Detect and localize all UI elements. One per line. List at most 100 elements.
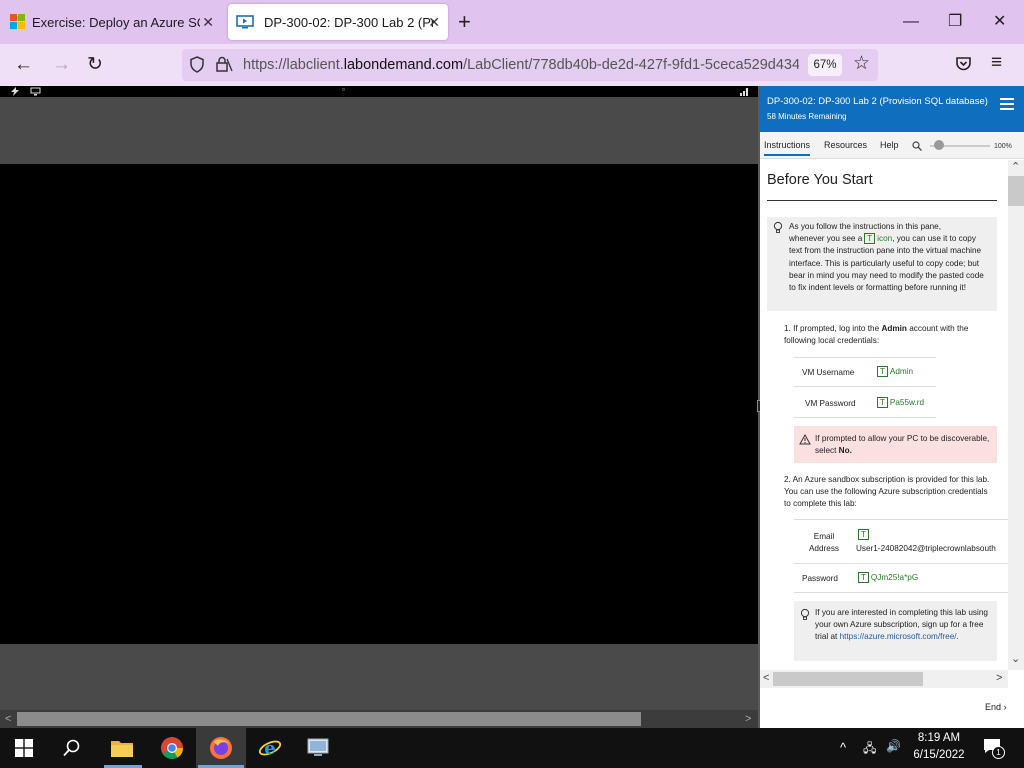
lightning-icon[interactable]	[10, 87, 20, 96]
forward-button[interactable]: →	[52, 54, 71, 76]
copy-text-icon[interactable]: T	[877, 366, 888, 377]
zoom-percent: 100%	[994, 143, 1012, 150]
tab-help[interactable]: Help	[880, 140, 899, 150]
panel-vscroll-thumb[interactable]	[1008, 176, 1024, 206]
title-underline	[767, 200, 997, 201]
window-close-button[interactable]: ✕	[993, 12, 1006, 32]
tip-rest: text from the instruction pane into the …	[789, 246, 984, 293]
chrome-icon[interactable]	[160, 736, 184, 760]
note-text: .	[956, 632, 959, 642]
hamburger-menu-icon[interactable]	[1000, 98, 1014, 113]
firefox-icon[interactable]	[209, 736, 233, 760]
instructions-content: Before You Start As you follow the instr…	[760, 160, 1008, 670]
warning-bold: No.	[838, 446, 852, 456]
tab-resources[interactable]: Resources	[824, 140, 867, 150]
bookmark-star-icon[interactable]: ☆	[853, 53, 870, 75]
vm-password-label: VM Password	[805, 399, 856, 408]
vm-handle-icon[interactable]: ▫	[342, 85, 345, 94]
zoom-level-badge[interactable]: 67%	[808, 54, 842, 76]
azure-free-trial-link[interactable]: https://azure.microsoft.com/free/	[840, 632, 957, 641]
windows-start-icon[interactable]	[15, 739, 33, 757]
volume-icon[interactable]: 🔊	[886, 739, 901, 753]
tip-note: As you follow the instructions in this p…	[767, 217, 997, 311]
lab-panel-header: DP-300-02: DP-300 Lab 2 (Provision SQL d…	[760, 86, 1024, 132]
password-text[interactable]: Pa55w.rd	[890, 398, 924, 407]
tab-title: Exercise: Deploy an Azure SQL D	[32, 14, 200, 30]
menu-icon[interactable]: ≡	[991, 52, 1002, 74]
search-icon[interactable]	[912, 141, 922, 151]
close-icon[interactable]: ✕	[428, 14, 440, 31]
search-icon[interactable]	[63, 739, 81, 757]
panel-vertical-scrollbar[interactable]	[1008, 160, 1024, 670]
username-text[interactable]: Admin	[890, 367, 913, 376]
url-domain: labondemand.com	[343, 57, 464, 73]
scroll-right-arrow[interactable]: >	[996, 672, 1002, 684]
scroll-down-arrow[interactable]: ⌄	[1011, 652, 1020, 665]
step-number: 1.	[784, 324, 791, 333]
table-divider	[794, 519, 1008, 520]
copy-text-icon[interactable]: T	[858, 529, 869, 540]
vm-screen-top[interactable]	[0, 97, 758, 164]
copy-text-icon[interactable]: T	[877, 397, 888, 408]
scroll-left-arrow[interactable]: <	[763, 672, 769, 684]
notifications-button[interactable]: 1	[983, 738, 1005, 759]
pocket-icon[interactable]	[955, 56, 972, 72]
end-button[interactable]: End ›	[985, 702, 1007, 712]
email-copy-button[interactable]: T	[856, 529, 871, 540]
tab-exercise[interactable]: Exercise: Deploy an Azure SQL D ✕	[0, 4, 222, 40]
url-path: /LabClient/778db40b-de2d-427f-9fd1-5ceca…	[463, 57, 799, 73]
end-label: End	[985, 702, 1002, 712]
back-button[interactable]: ←	[14, 54, 33, 76]
table-divider	[794, 386, 936, 387]
scroll-right-arrow[interactable]: >	[745, 710, 751, 728]
signal-icon	[740, 88, 748, 96]
table-divider	[794, 357, 936, 358]
vm-username-label: VM Username	[802, 368, 855, 377]
page-title: Before You Start	[767, 172, 873, 188]
email-label: Email Address	[808, 532, 840, 553]
vm-password-value[interactable]: T Pa55w.rd	[875, 397, 924, 408]
lightbulb-icon	[773, 221, 783, 233]
panel-hscroll-thumb[interactable]	[773, 672, 923, 686]
vm-username-value[interactable]: T Admin	[875, 366, 913, 377]
vm-screen-bottom[interactable]	[0, 644, 758, 710]
table-divider	[794, 592, 1008, 593]
clock-time: 8:19 AM	[917, 732, 961, 744]
monitor-icon[interactable]	[30, 87, 41, 96]
warning-icon	[799, 434, 811, 445]
trial-note: If you are interested in completing this…	[794, 601, 997, 661]
table-divider	[794, 417, 936, 418]
taskbar-clock[interactable]: 8:19 AM 6/15/2022	[905, 730, 973, 764]
tip-line1: As you follow the instructions in this p…	[789, 222, 942, 231]
tab-title: DP-300-02: DP-300 Lab 2 (Provisi	[264, 14, 434, 30]
lock-icon[interactable]	[215, 56, 233, 73]
microsoft-logo-icon	[10, 14, 26, 30]
password-text[interactable]: QJm25!a*pG	[871, 573, 918, 582]
reload-button[interactable]: ↻	[87, 54, 103, 76]
vm-screen[interactable]	[0, 164, 758, 644]
step-1-text: 1. If prompted, log into the Admin accou…	[784, 323, 990, 347]
close-icon[interactable]: ✕	[202, 14, 214, 31]
password-value[interactable]: T QJm25!a*pG	[856, 572, 918, 583]
file-explorer-icon[interactable]	[110, 737, 134, 759]
remote-desktop-icon[interactable]	[306, 737, 332, 759]
shield-icon[interactable]	[189, 56, 205, 73]
step-2-text: 2. An Azure sandbox subscription is prov…	[784, 474, 990, 511]
vm-scrollbar-thumb[interactable]	[17, 712, 641, 726]
scroll-left-arrow[interactable]: <	[5, 710, 11, 728]
step-number: 2.	[784, 475, 791, 484]
zoom-slider-knob[interactable]	[934, 140, 944, 150]
new-tab-button[interactable]: +	[458, 10, 471, 34]
email-value[interactable]: User1-24082042@triplecrownlabsouth	[856, 544, 996, 553]
tab-instructions[interactable]: Instructions	[764, 140, 811, 156]
internet-explorer-icon[interactable]: e	[258, 736, 282, 760]
maximize-button[interactable]: ❐	[948, 12, 962, 32]
tray-chevron-icon[interactable]: ^	[840, 740, 846, 755]
copy-text-icon[interactable]: T	[858, 572, 869, 583]
network-icon[interactable]: 🖧	[863, 739, 876, 760]
url-prefix: https://labclient.	[243, 57, 344, 73]
minimize-button[interactable]: —	[903, 12, 919, 32]
scroll-up-arrow[interactable]: ⌃	[1011, 160, 1020, 173]
url-text[interactable]: https://labclient.labondemand.com/LabCli…	[243, 56, 799, 74]
tab-lab[interactable]: DP-300-02: DP-300 Lab 2 (Provisi ✕	[228, 4, 448, 40]
